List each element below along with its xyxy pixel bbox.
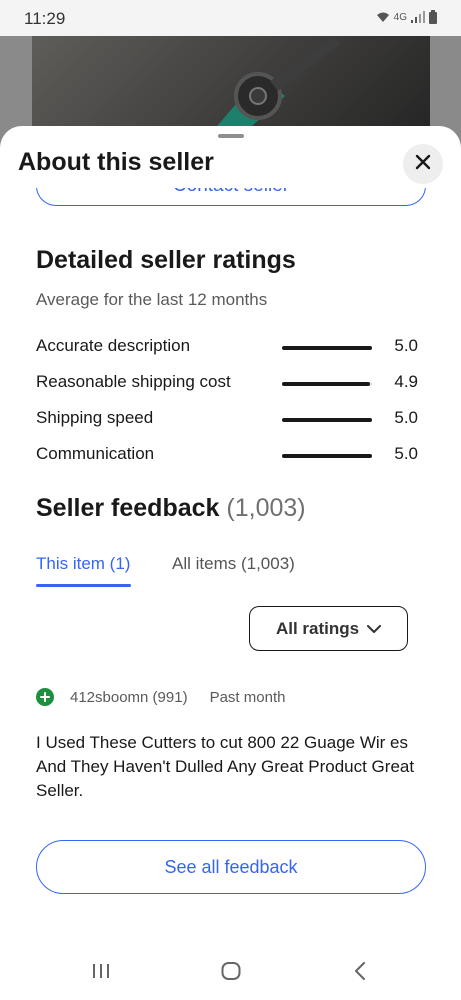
sheet-content[interactable]: Contact seller Detailed seller ratings A… bbox=[0, 188, 461, 1000]
rating-value: 5.0 bbox=[394, 444, 418, 463]
ratings-subtitle: Average for the last 12 months bbox=[36, 290, 268, 309]
system-nav-bar bbox=[0, 946, 461, 1000]
rating-bar-fill bbox=[282, 346, 372, 350]
status-icons: 4G bbox=[376, 10, 437, 24]
rating-label: Accurate description bbox=[36, 336, 191, 355]
seller-feedback-title: Seller feedback (1,003) bbox=[36, 494, 306, 523]
chevron-down-icon bbox=[367, 619, 382, 639]
rating-bar bbox=[282, 346, 372, 350]
rating-bar-fill bbox=[282, 454, 372, 458]
rating-row: Shipping speed 5.0 bbox=[36, 408, 418, 430]
network-type: 4G bbox=[393, 11, 407, 23]
about-seller-sheet: About this seller Contact seller Detaile… bbox=[0, 126, 461, 1000]
tab-this-item[interactable]: This item (1) bbox=[36, 554, 130, 574]
rating-bar-fill bbox=[282, 418, 372, 422]
close-icon bbox=[415, 154, 431, 175]
status-time: 11:29 bbox=[24, 9, 66, 28]
detailed-ratings-title: Detailed seller ratings bbox=[36, 246, 296, 274]
rating-label: Shipping speed bbox=[36, 408, 154, 427]
feedback-user[interactable]: 412sboomn (991) bbox=[70, 689, 188, 706]
rating-row: Reasonable shipping cost 4.9 bbox=[36, 372, 418, 394]
tab-all-items[interactable]: All items (1,003) bbox=[172, 554, 295, 574]
home-icon[interactable] bbox=[221, 962, 241, 985]
rating-row: Communication 5.0 bbox=[36, 444, 418, 466]
feedback-time: Past month bbox=[209, 688, 286, 706]
close-button[interactable] bbox=[403, 144, 443, 184]
rating-bar bbox=[282, 418, 372, 422]
status-bar: 11:29 4G bbox=[0, 0, 461, 36]
contact-seller-label: Contact seller bbox=[173, 188, 289, 197]
ratings-filter-label: All ratings bbox=[275, 618, 360, 638]
rating-row: Accurate description 5.0 bbox=[36, 336, 418, 358]
rating-value: 5.0 bbox=[394, 336, 418, 355]
active-tab-indicator bbox=[36, 584, 131, 587]
battery-icon bbox=[429, 10, 437, 24]
rating-bar bbox=[282, 454, 372, 458]
wifi-icon bbox=[376, 11, 390, 23]
contact-seller-button[interactable]: Contact seller bbox=[36, 188, 426, 206]
sheet-title: About this seller bbox=[18, 148, 214, 176]
seller-feedback-count: (1,003) bbox=[226, 494, 306, 522]
rating-value: 4.9 bbox=[394, 372, 418, 391]
signal-icon bbox=[411, 11, 425, 23]
recent-apps-icon[interactable] bbox=[92, 962, 110, 985]
rating-value: 5.0 bbox=[394, 408, 418, 427]
rating-bar-fill bbox=[282, 382, 371, 386]
rating-bar bbox=[282, 382, 372, 386]
feedback-comment: I Used These Cutters to cut 800 22 Guage… bbox=[36, 733, 415, 800]
plus-circle-icon bbox=[36, 688, 54, 706]
see-all-feedback-button[interactable]: See all feedback bbox=[36, 840, 426, 894]
see-all-feedback-label: See all feedback bbox=[164, 856, 298, 877]
back-icon[interactable] bbox=[354, 962, 366, 985]
rating-label: Communication bbox=[36, 444, 155, 463]
rating-label: Reasonable shipping cost bbox=[36, 372, 231, 391]
ratings-filter-dropdown[interactable]: All ratings bbox=[249, 606, 408, 651]
sheet-drag-handle[interactable] bbox=[218, 134, 244, 138]
seller-feedback-label: Seller feedback bbox=[36, 494, 220, 522]
feedback-entry-meta: 412sboomn (991) Past month bbox=[36, 688, 285, 706]
